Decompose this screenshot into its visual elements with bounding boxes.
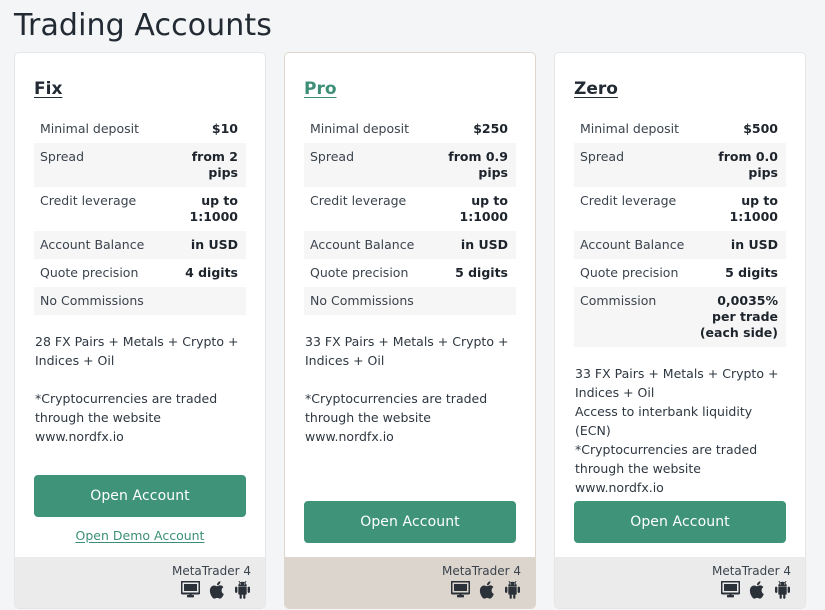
open-account-button[interactable]: Open Account (574, 501, 786, 543)
spec-row: Quote precision 4 digits (34, 259, 246, 287)
spec-row: Quote precision 5 digits (574, 259, 786, 287)
spec-value: up to 1:1000 (189, 193, 239, 224)
spec-label: Quote precision (310, 265, 409, 280)
spec-value: 5 digits (455, 265, 508, 280)
spec-label: Quote precision (580, 265, 679, 280)
spec-row: Minimal deposit $250 (304, 115, 516, 143)
apple-icon (209, 581, 225, 599)
spec-value: from 2 pips (152, 143, 246, 187)
spec-row: Spread from 0.9 pips (304, 143, 516, 187)
spec-label: Account Balance (304, 231, 423, 259)
open-account-button[interactable]: Open Account (304, 501, 516, 543)
platform-name: MetaTrader 4 (171, 564, 251, 578)
spec-value: in USD (422, 231, 516, 259)
spec-row: Account Balance in USD (34, 231, 246, 259)
spec-row: Account Balance in USD (304, 231, 516, 259)
desktop-icon (721, 581, 740, 599)
spec-label: Spread (574, 143, 693, 187)
card-footer: MetaTrader 4 (15, 557, 265, 608)
account-card: Pro Minimal deposit $250 Spread from 0.9 pip… (284, 52, 536, 609)
account-type-title[interactable]: Fix (34, 79, 62, 99)
desktop-icon (451, 581, 470, 599)
android-icon (774, 581, 791, 599)
account-spec-table: Minimal deposit $500 Spread from 0.0 pips Cr… (574, 115, 786, 347)
android-icon (504, 581, 521, 599)
open-account-button[interactable]: Open Account (34, 475, 246, 517)
apple-icon (749, 581, 765, 599)
spec-value: 5 digits (725, 265, 778, 280)
spec-row: Commission 0,0035% per trade (each side) (574, 287, 786, 347)
spec-label: Account Balance (34, 231, 153, 259)
spec-row: Minimal deposit $500 (574, 115, 786, 143)
spec-value: up to 1:1000 (729, 193, 779, 224)
spec-label: Quote precision (40, 265, 139, 280)
spec-label: Credit leverage (40, 193, 137, 208)
spec-label: Minimal deposit (40, 121, 140, 136)
spec-value: 4 digits (185, 265, 238, 280)
spec-label: Commission (574, 287, 693, 347)
page-title: Trading Accounts (14, 8, 272, 43)
spec-label: Minimal deposit (580, 121, 680, 136)
spec-label: Spread (34, 143, 153, 187)
account-notes: 33 FX Pairs + Metals + Crypto + Indices … (575, 366, 779, 495)
account-spec-table: Minimal deposit $250 Spread from 0.9 pips Cr… (304, 115, 516, 315)
spec-value: $500 (743, 121, 778, 136)
spec-row: Account Balance in USD (574, 231, 786, 259)
spec-row: Minimal deposit $10 (34, 115, 246, 143)
account-card: Zero Minimal deposit $500 Spread from 0.0 pi… (554, 52, 806, 609)
cta-wrap: Open Account Open Demo Account (15, 471, 265, 557)
desktop-icon (181, 581, 200, 599)
spec-row: Quote precision 5 digits (304, 259, 516, 287)
account-notes: 28 FX Pairs + Metals + Crypto + Indices … (35, 334, 239, 444)
spec-value: 0,0035% per trade (each side) (692, 287, 786, 347)
spec-label: Credit leverage (310, 193, 407, 208)
spec-row: No Commissions (34, 287, 246, 315)
platform-name: MetaTrader 4 (711, 564, 791, 578)
account-card: Fix Minimal deposit $10 Spread from 2 pips Cr… (14, 52, 266, 609)
spec-value: in USD (692, 231, 786, 259)
account-spec-table: Minimal deposit $10 Spread from 2 pips Credi… (34, 115, 246, 315)
spec-label: Credit leverage (580, 193, 677, 208)
cta-wrap: Open Account (285, 497, 535, 557)
spec-row: No Commissions (304, 287, 516, 315)
platform-icons (569, 581, 791, 599)
android-icon (234, 581, 251, 599)
apple-icon (479, 581, 495, 599)
spec-label: Account Balance (574, 231, 693, 259)
spec-full-label: No Commissions (304, 287, 516, 315)
spec-full-label: No Commissions (34, 287, 246, 315)
card-body: Fix Minimal deposit $10 Spread from 2 pips Cr… (15, 53, 265, 471)
spec-value: $250 (473, 121, 508, 136)
cta-wrap: Open Account (555, 497, 805, 557)
card-body: Pro Minimal deposit $250 Spread from 0.9 pip… (285, 53, 535, 497)
account-notes: 33 FX Pairs + Metals + Crypto + Indices … (305, 334, 509, 444)
platform-name: MetaTrader 4 (441, 564, 521, 578)
card-body: Zero Minimal deposit $500 Spread from 0.0 pi… (555, 53, 805, 497)
platform-icons (299, 581, 521, 599)
spec-row: Spread from 2 pips (34, 143, 246, 187)
open-demo-account-link[interactable]: Open Demo Account (34, 528, 246, 543)
spec-value: from 0.9 pips (422, 143, 516, 187)
account-type-title[interactable]: Pro (304, 79, 337, 99)
spec-value: up to 1:1000 (459, 193, 509, 224)
spec-value: in USD (152, 231, 246, 259)
card-footer: MetaTrader 4 (555, 557, 805, 608)
spec-value: $10 (211, 121, 238, 136)
spec-value: from 0.0 pips (692, 143, 786, 187)
card-footer: MetaTrader 4 (285, 557, 535, 608)
spec-row: Credit leverage up to 1:1000 (574, 187, 786, 231)
spec-row: Spread from 0.0 pips (574, 143, 786, 187)
account-cards-row: Fix Minimal deposit $10 Spread from 2 pips Cr… (0, 44, 825, 609)
platform-icons (29, 581, 251, 599)
account-type-title[interactable]: Zero (574, 79, 618, 99)
spec-row: Credit leverage up to 1:1000 (34, 187, 246, 231)
spec-label: Spread (304, 143, 423, 187)
spec-label: Minimal deposit (310, 121, 410, 136)
spec-row: Credit leverage up to 1:1000 (304, 187, 516, 231)
